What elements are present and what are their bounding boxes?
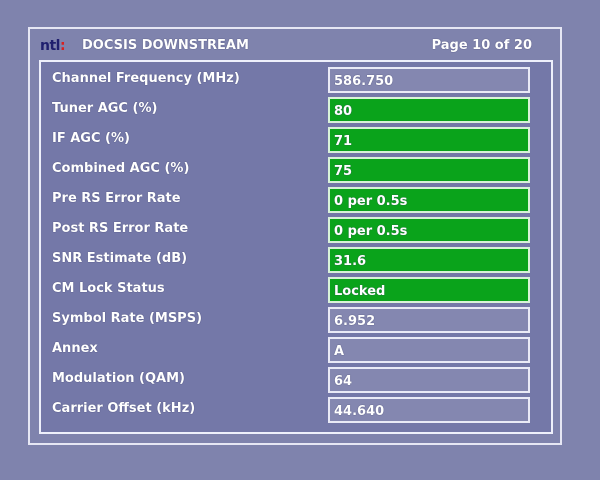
table-row: Combined AGC (%) 75: [52, 157, 530, 183]
row-value: 44.640: [328, 397, 530, 423]
table-row: Carrier Offset (kHz) 44.640: [52, 397, 530, 423]
row-label: Pre RS Error Rate: [52, 191, 181, 206]
row-label: Annex: [52, 341, 98, 356]
table-row: Tuner AGC (%) 80: [52, 97, 530, 123]
row-value: 31.6: [328, 247, 530, 273]
row-label: Modulation (QAM): [52, 371, 185, 386]
table-row: Pre RS Error Rate 0 per 0.5s: [52, 187, 530, 213]
table-row: Post RS Error Rate 0 per 0.5s: [52, 217, 530, 243]
row-label: SNR Estimate (dB): [52, 251, 188, 266]
page-title: DOCSIS DOWNSTREAM: [82, 38, 249, 53]
row-label: Symbol Rate (MSPS): [52, 311, 203, 326]
table-row: Annex A: [52, 337, 530, 363]
row-label: Channel Frequency (MHz): [52, 71, 240, 86]
row-label: CM Lock Status: [52, 281, 165, 296]
row-value: 0 per 0.5s: [328, 217, 530, 243]
row-label: IF AGC (%): [52, 131, 130, 146]
row-value: 586.750: [328, 67, 530, 93]
row-value: 71: [328, 127, 530, 153]
table-row: Modulation (QAM) 64: [52, 367, 530, 393]
table-row: CM Lock Status Locked: [52, 277, 530, 303]
row-value: 6.952: [328, 307, 530, 333]
table-row: Channel Frequency (MHz) 586.750: [52, 67, 530, 93]
header: ntl: DOCSIS DOWNSTREAM Page 10 of 20: [40, 34, 550, 58]
row-value: 64: [328, 367, 530, 393]
row-value: 75: [328, 157, 530, 183]
table-row: SNR Estimate (dB) 31.6: [52, 247, 530, 273]
ntl-logo: ntl:: [40, 38, 66, 54]
table-row: IF AGC (%) 71: [52, 127, 530, 153]
row-value: Locked: [328, 277, 530, 303]
row-value: 80: [328, 97, 530, 123]
row-value: 0 per 0.5s: [328, 187, 530, 213]
row-label: Combined AGC (%): [52, 161, 190, 176]
row-label: Carrier Offset (kHz): [52, 401, 196, 416]
row-value: A: [328, 337, 530, 363]
table-row: Symbol Rate (MSPS) 6.952: [52, 307, 530, 333]
page-indicator: Page 10 of 20: [431, 38, 532, 53]
row-label: Post RS Error Rate: [52, 221, 189, 236]
row-label: Tuner AGC (%): [52, 101, 158, 116]
